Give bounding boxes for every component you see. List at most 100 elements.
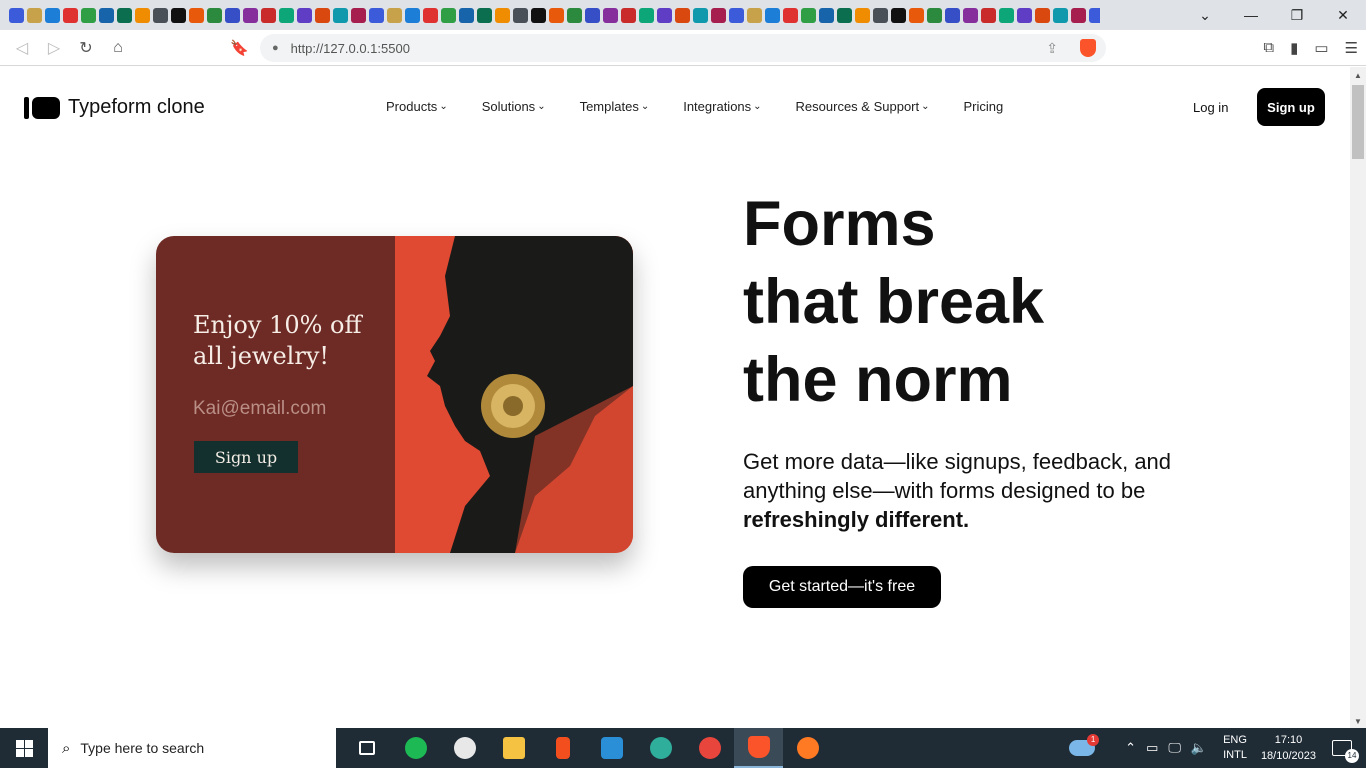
slack-icon[interactable]	[440, 728, 489, 768]
sidebar-icon[interactable]: ▮	[1290, 39, 1298, 57]
pinned-tab-favicon[interactable]	[8, 7, 24, 23]
reload-icon[interactable]: ↻	[70, 38, 102, 58]
brave-icon[interactable]	[734, 728, 783, 768]
pinned-tab-favicon[interactable]	[296, 7, 312, 23]
pinned-tab-favicon[interactable]	[674, 7, 690, 23]
extensions-icon[interactable]: ⧉	[1263, 39, 1274, 57]
nav-templates[interactable]: Templates ⌄	[580, 99, 650, 114]
tab-search-icon[interactable]: ⌄	[1182, 7, 1228, 24]
battery-icon[interactable]: ▭	[1146, 740, 1158, 756]
nav-solutions[interactable]: Solutions ⌄	[482, 99, 546, 114]
wallet-icon[interactable]: ▭	[1314, 39, 1328, 57]
clock[interactable]: 17:10 18/10/2023	[1261, 732, 1316, 764]
pinned-tab-favicon[interactable]	[656, 7, 672, 23]
bookmark-icon[interactable]: 🔖	[230, 39, 249, 57]
pinned-tab-favicon[interactable]	[764, 7, 780, 23]
pinned-tab-favicon[interactable]	[818, 7, 834, 23]
spotify-icon[interactable]	[391, 728, 440, 768]
pinned-tab-favicon[interactable]	[854, 7, 870, 23]
pinned-tab-favicon[interactable]	[1016, 7, 1032, 23]
promo-email-field[interactable]: Kai@email.com	[193, 398, 326, 420]
onedrive-icon[interactable]: 1	[1069, 734, 1100, 756]
pinned-tab-favicon[interactable]	[350, 7, 366, 23]
pinned-tab-favicon[interactable]	[494, 7, 510, 23]
pinned-tab-favicon[interactable]	[980, 7, 996, 23]
pinned-tab-favicon[interactable]	[476, 7, 492, 23]
pinned-tab-favicon[interactable]	[836, 7, 852, 23]
pinned-tab-favicon[interactable]	[44, 7, 60, 23]
get-started-button[interactable]: Get started—it's free	[743, 566, 941, 608]
pinned-tab-favicon[interactable]	[962, 7, 978, 23]
pinned-tab-favicon[interactable]	[332, 7, 348, 23]
pinned-tab-favicon[interactable]	[116, 7, 132, 23]
pinned-tab-favicon[interactable]	[944, 7, 960, 23]
pinned-tab-favicon[interactable]	[620, 7, 636, 23]
pinned-tab-favicon[interactable]	[530, 7, 546, 23]
pinned-tab-favicon[interactable]	[62, 7, 78, 23]
promo-signup-button[interactable]: Sign up	[194, 441, 298, 473]
pinned-tab-favicon[interactable]	[1070, 7, 1086, 23]
pinned-tab-favicon[interactable]	[890, 7, 906, 23]
restore-icon[interactable]: ❐	[1274, 7, 1320, 24]
nav-resources[interactable]: Resources & Support ⌄	[796, 99, 930, 114]
login-link[interactable]: Log in	[1193, 100, 1228, 115]
menu-icon[interactable]: ☰	[1345, 39, 1358, 57]
nav-products[interactable]: Products ⌄	[386, 99, 448, 114]
notifications-icon[interactable]: 14	[1332, 740, 1359, 763]
start-button[interactable]	[0, 728, 48, 768]
pinned-tab-favicon[interactable]	[206, 7, 222, 23]
pinned-tab-favicon[interactable]	[728, 7, 744, 23]
pinned-tab-favicon[interactable]	[386, 7, 402, 23]
vscode-icon[interactable]	[587, 728, 636, 768]
pinned-tab-favicon[interactable]	[926, 7, 942, 23]
site-info-icon[interactable]: ●	[272, 42, 279, 54]
pinned-tab-favicon[interactable]	[170, 7, 186, 23]
language-indicator[interactable]: ENG INTL	[1223, 733, 1247, 763]
back-icon[interactable]: ◁	[6, 38, 38, 58]
taskbar-search[interactable]: ⌕ Type here to search	[48, 728, 336, 768]
pinned-tab-favicon[interactable]	[1088, 7, 1100, 23]
pinned-tab-favicon[interactable]	[584, 7, 600, 23]
pinned-tab-favicon[interactable]	[548, 7, 564, 23]
pinned-tab-favicon[interactable]	[26, 7, 42, 23]
pinned-tab-favicon[interactable]	[134, 7, 150, 23]
url-text[interactable]: http://127.0.0.1:5500	[291, 41, 410, 56]
minimize-icon[interactable]: —	[1228, 7, 1274, 23]
pinned-tab-favicon[interactable]	[224, 7, 240, 23]
pinned-tab-favicon[interactable]	[602, 7, 618, 23]
home-icon[interactable]: ⌂	[102, 39, 134, 57]
network-icon[interactable]: 🖵	[1168, 740, 1181, 756]
pinned-tab-favicon[interactable]	[692, 7, 708, 23]
figma-icon[interactable]	[538, 728, 587, 768]
site-logo[interactable]: Typeform clone	[24, 96, 205, 119]
show-hidden-icons-icon[interactable]: ⌃	[1125, 740, 1136, 756]
close-window-icon[interactable]: ✕	[1320, 7, 1366, 24]
pinned-tab-favicon[interactable]	[782, 7, 798, 23]
pinned-tab-favicon[interactable]	[710, 7, 726, 23]
brave-shield-icon[interactable]	[1080, 39, 1096, 57]
pinned-tab-favicon[interactable]	[512, 7, 528, 23]
chrome-icon[interactable]	[685, 728, 734, 768]
pinned-tab-favicon[interactable]	[800, 7, 816, 23]
pinned-tab-favicon[interactable]	[908, 7, 924, 23]
volume-icon[interactable]: 🔈	[1191, 740, 1207, 756]
pinned-tab-favicon[interactable]	[152, 7, 168, 23]
pinned-tab-favicon[interactable]	[98, 7, 114, 23]
forward-icon[interactable]: ▷	[38, 38, 70, 58]
pinned-tab-favicon[interactable]	[242, 7, 258, 23]
pinned-tab-favicon[interactable]	[998, 7, 1014, 23]
pinned-tab-favicon[interactable]	[746, 7, 762, 23]
pinned-tab-favicon[interactable]	[872, 7, 888, 23]
scroll-thumb[interactable]	[1352, 85, 1364, 159]
pinned-tab-favicon[interactable]	[458, 7, 474, 23]
pinned-tab-favicon[interactable]	[566, 7, 582, 23]
pinned-tab-favicon[interactable]	[314, 7, 330, 23]
signup-button[interactable]: Sign up	[1257, 88, 1325, 126]
pinned-tab-favicon[interactable]	[422, 7, 438, 23]
nav-integrations[interactable]: Integrations ⌄	[683, 99, 761, 114]
firefox-icon[interactable]	[783, 728, 832, 768]
address-bar[interactable]: ● http://127.0.0.1:5500 ⇪	[260, 34, 1106, 62]
pinned-tab-favicon[interactable]	[440, 7, 456, 23]
pinned-tab-favicon[interactable]	[80, 7, 96, 23]
pinned-tab-favicon[interactable]	[188, 7, 204, 23]
